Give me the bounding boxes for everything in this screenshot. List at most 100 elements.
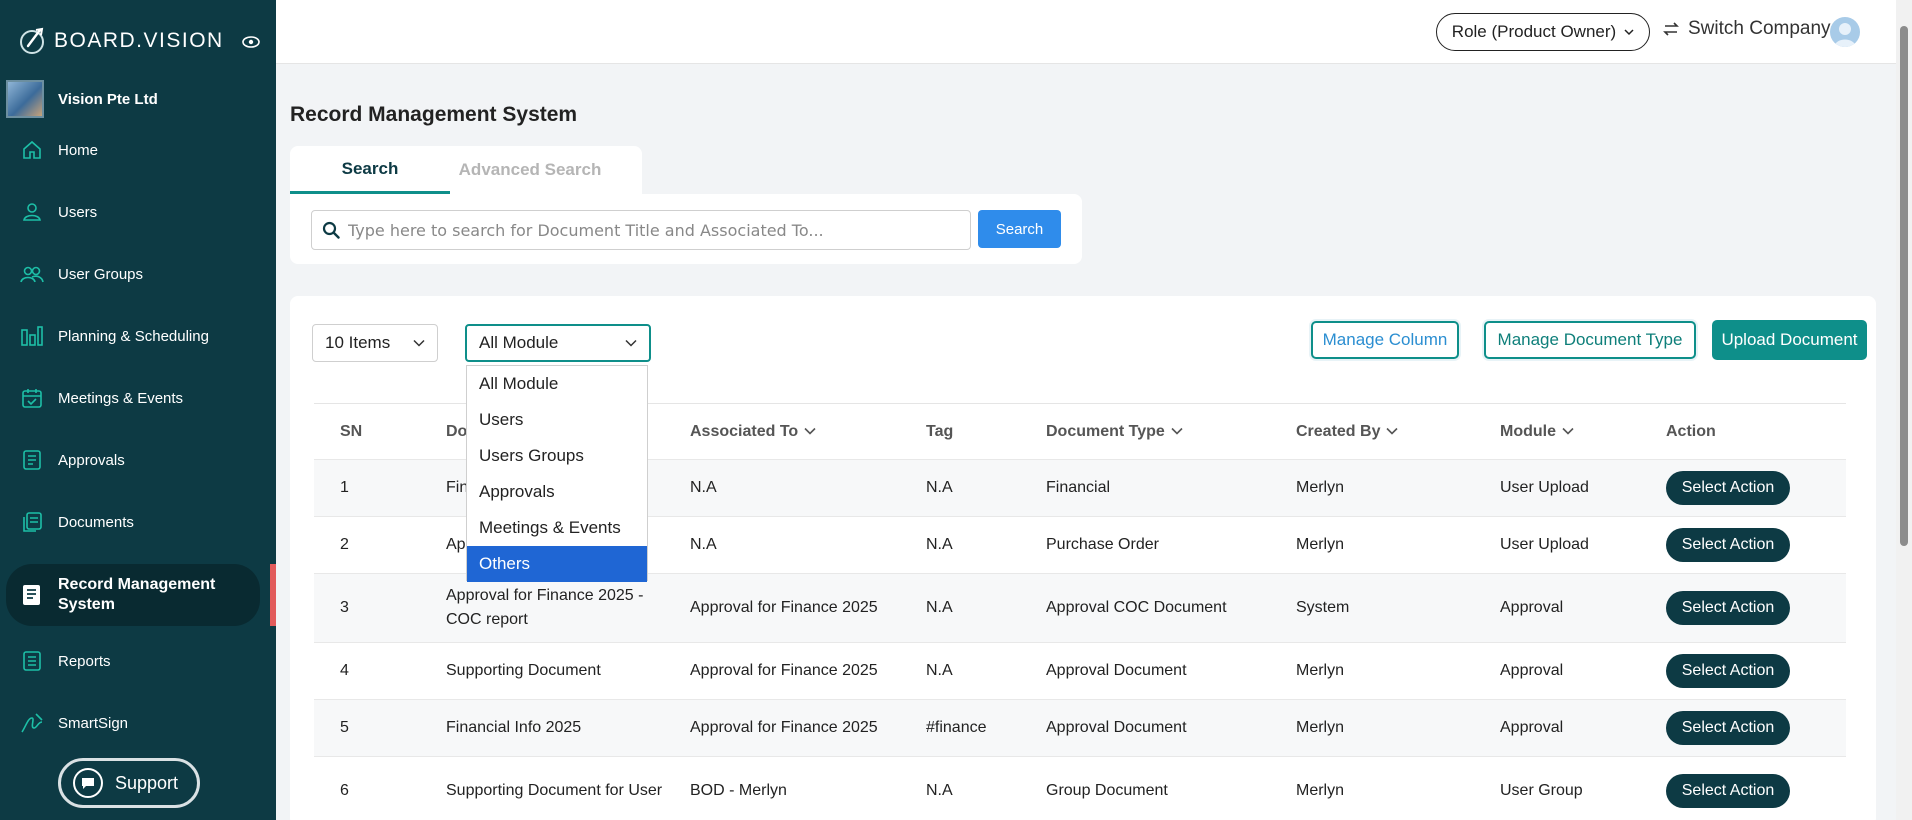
cell-sn: 6 xyxy=(314,756,420,820)
select-action-button[interactable]: Select Action xyxy=(1666,528,1790,562)
items-per-page-value: 10 Items xyxy=(325,333,391,352)
brand-logo[interactable]: BOARD.VISION xyxy=(18,26,224,56)
cell-document-type: Purchase Order xyxy=(1020,516,1270,574)
eye-icon[interactable] xyxy=(242,36,260,48)
cell-created-by: Merlyn xyxy=(1270,756,1474,820)
table-row: 3 Approval for Finance 2025 - COC report… xyxy=(314,573,1846,643)
cell-document-type: Financial xyxy=(1020,459,1270,517)
brand-name: BOARD.VISION xyxy=(54,29,224,52)
company-name: Vision Pte Ltd xyxy=(58,90,158,108)
sidebar-item-label: Meetings & Events xyxy=(58,389,184,407)
sidebar-item-meetings[interactable]: Meetings & Events xyxy=(6,373,260,423)
user-icon xyxy=(20,200,44,224)
cell-sn: 2 xyxy=(314,516,420,574)
column-header-label: Document Type xyxy=(1046,422,1165,440)
select-action-button[interactable]: Select Action xyxy=(1666,654,1790,688)
sidebar-item-home[interactable]: Home xyxy=(6,125,260,175)
sidebar-item-label: SmartSign xyxy=(58,714,129,732)
module-select-value: All Module xyxy=(479,333,559,352)
column-header-created-by[interactable]: Created By xyxy=(1270,403,1474,460)
search-box[interactable] xyxy=(311,210,971,250)
items-per-page-select[interactable]: 10 Items xyxy=(312,324,438,362)
cell-associated-to: BOD - Merlyn xyxy=(664,756,900,820)
cell-created-by: System xyxy=(1270,573,1474,643)
module-dropdown-menu: All Module Users Users Groups Approvals … xyxy=(466,365,648,582)
cell-sn: 3 xyxy=(314,573,420,643)
switch-company-button[interactable]: Switch Company xyxy=(1662,18,1831,40)
sidebar-item-documents[interactable]: Documents xyxy=(6,497,260,547)
module-option-users-groups[interactable]: Users Groups xyxy=(467,438,647,474)
document-title-link[interactable]: Approval for Finance 2025 - COC report xyxy=(420,573,664,643)
bar-chart-icon xyxy=(20,324,44,348)
page-scrollbar[interactable] xyxy=(1896,0,1912,820)
select-action-button[interactable]: Select Action xyxy=(1666,471,1790,505)
cell-associated-to: Approval for Finance 2025 xyxy=(664,573,900,643)
cell-created-by: Merlyn xyxy=(1270,516,1474,574)
avatar[interactable] xyxy=(1830,17,1860,47)
cell-sn: 4 xyxy=(314,642,420,700)
upload-document-button[interactable]: Upload Document xyxy=(1712,320,1867,360)
document-title-link[interactable]: Financial Info 2025 xyxy=(420,699,664,757)
module-option-users[interactable]: Users xyxy=(467,402,647,438)
company-switcher[interactable]: Vision Pte Ltd xyxy=(6,80,158,118)
cell-document-type: Group Document xyxy=(1020,756,1270,820)
module-option-others[interactable]: Others xyxy=(467,546,647,582)
role-label: Role (Product Owner) xyxy=(1451,22,1617,41)
module-select[interactable]: All Module xyxy=(465,324,651,362)
users-icon xyxy=(20,262,44,286)
scrollbar-thumb[interactable] xyxy=(1900,26,1908,546)
sidebar-item-label: Documents xyxy=(58,513,134,531)
table-row: 5 Financial Info 2025 Approval for Finan… xyxy=(314,699,1846,757)
support-label: Support xyxy=(115,772,179,793)
cell-action: Select Action xyxy=(1640,516,1846,574)
column-header-document-type[interactable]: Document Type xyxy=(1020,403,1270,460)
tab-search[interactable]: Search xyxy=(290,146,450,194)
cell-tag: N.A xyxy=(900,642,1020,700)
support-button[interactable]: Support xyxy=(58,758,200,808)
sidebar-item-approvals[interactable]: Approvals xyxy=(6,435,260,485)
cell-module: Approval xyxy=(1474,573,1640,643)
search-button[interactable]: Search xyxy=(978,210,1061,248)
column-header-action: Action xyxy=(1640,403,1846,460)
swap-icon xyxy=(1663,22,1679,36)
select-action-button[interactable]: Select Action xyxy=(1666,591,1790,625)
sidebar-item-label: Home xyxy=(58,141,99,159)
manage-column-button[interactable]: Manage Column xyxy=(1311,321,1459,359)
cell-module: User Upload xyxy=(1474,459,1640,517)
select-action-button[interactable]: Select Action xyxy=(1666,711,1790,745)
top-bar: Role (Product Owner) Switch Company xyxy=(276,0,1896,64)
manage-document-type-button[interactable]: Manage Document Type xyxy=(1484,321,1696,359)
document-icon xyxy=(20,448,44,472)
sidebar-item-smartsign[interactable]: SmartSign xyxy=(6,698,260,748)
user-avatar-icon xyxy=(1834,23,1856,47)
chevron-down-icon xyxy=(625,339,637,347)
sidebar-item-record-management[interactable]: Record Management System xyxy=(6,564,260,626)
sidebar-item-reports[interactable]: Reports xyxy=(6,636,260,686)
sidebar-item-user-groups[interactable]: User Groups xyxy=(6,249,260,299)
sidebar-item-label: User Groups xyxy=(58,265,144,283)
tab-advanced-search[interactable]: Advanced Search xyxy=(450,146,610,194)
sidebar: BOARD.VISION Vision Pte Ltd Home Users U… xyxy=(0,0,276,820)
sort-chevron-icon xyxy=(1386,428,1399,435)
module-option-meetings-events[interactable]: Meetings & Events xyxy=(467,510,647,546)
search-icon xyxy=(322,221,340,239)
column-header-label: Created By xyxy=(1296,422,1381,440)
module-option-all[interactable]: All Module xyxy=(467,366,647,402)
document-title-link[interactable]: Supporting Document for User xyxy=(420,756,664,820)
documents-icon xyxy=(20,510,44,534)
cell-action: Select Action xyxy=(1640,459,1846,517)
search-input[interactable] xyxy=(348,220,948,240)
cell-module: Approval xyxy=(1474,642,1640,700)
select-action-button[interactable]: Select Action xyxy=(1666,774,1790,809)
cell-sn: 1 xyxy=(314,459,420,517)
role-dropdown[interactable]: Role (Product Owner) xyxy=(1436,13,1650,51)
brand-mark-icon xyxy=(20,27,44,54)
document-title-link[interactable]: Supporting Document xyxy=(420,642,664,700)
sidebar-item-planning[interactable]: Planning & Scheduling xyxy=(6,311,260,361)
sidebar-item-users[interactable]: Users xyxy=(6,187,260,237)
search-panel: Search xyxy=(290,194,1082,264)
column-header-associated-to[interactable]: Associated To xyxy=(664,403,900,460)
column-header-module[interactable]: Module xyxy=(1474,403,1640,460)
cell-document-type: Approval Document xyxy=(1020,699,1270,757)
module-option-approvals[interactable]: Approvals xyxy=(467,474,647,510)
